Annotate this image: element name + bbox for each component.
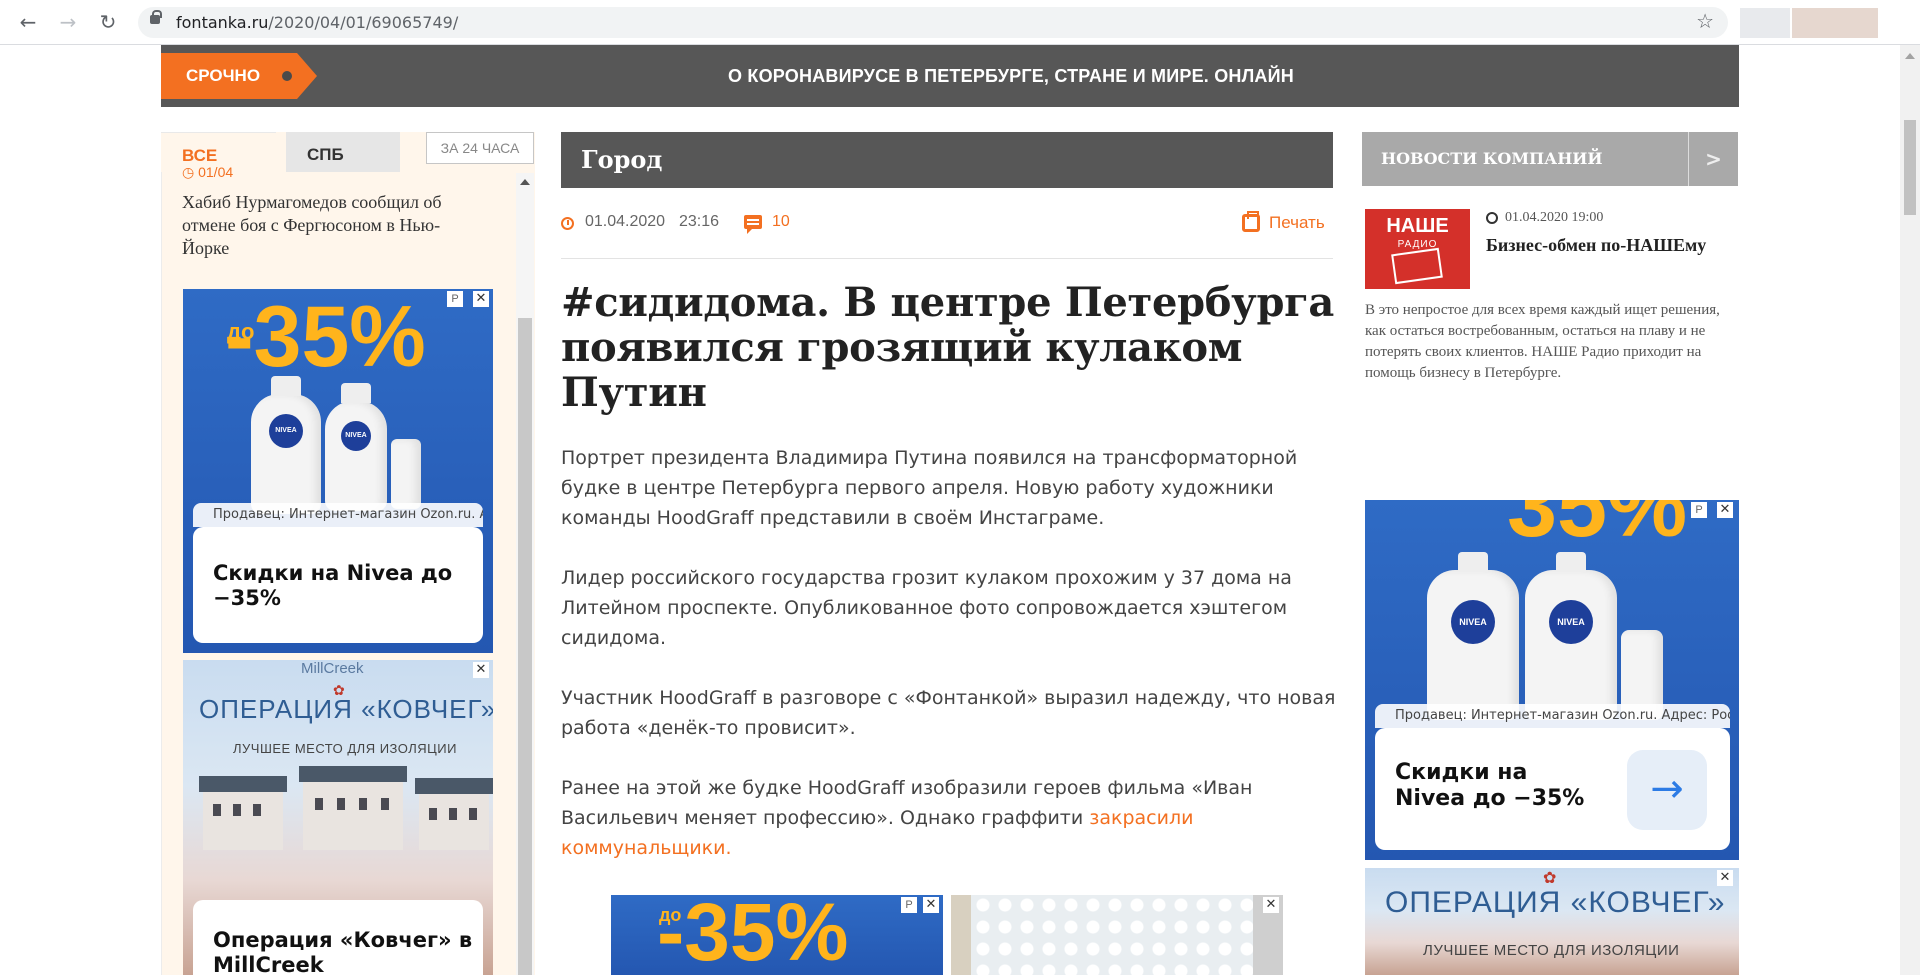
- article-paragraph: Портрет президента Владимира Путина появ…: [561, 447, 1298, 529]
- ad-operation-subtitle: ЛУЧШЕЕ МЕСТО ДЛЯ ИЗОЛЯЦИИ: [233, 741, 457, 756]
- section-header[interactable]: Город: [561, 132, 1333, 188]
- ad-operation-subtitle: ЛУЧШЕЕ МЕСТО ДЛЯ ИЗОЛЯЦИИ: [1423, 942, 1680, 959]
- news-feed-scrollbar[interactable]: [516, 173, 534, 975]
- reload-icon[interactable]: ↻: [94, 8, 122, 36]
- news-feed-date-text: 01/04: [198, 164, 234, 180]
- profile-avatar[interactable]: [1792, 8, 1878, 38]
- article-paragraph: Участник HoodGraff в разговоре с «Фонтан…: [561, 687, 1336, 739]
- logo-line2: РАДИО: [1397, 239, 1438, 250]
- page-scrollbar[interactable]: [1900, 45, 1920, 975]
- logo-sign-shape: [1391, 247, 1443, 285]
- millcreek-logo: MillCreek: [301, 660, 364, 677]
- ad-nivea-discount: -35%: [657, 895, 849, 975]
- chevron-right-icon[interactable]: >: [1688, 132, 1738, 186]
- clock-icon: [561, 217, 574, 230]
- article-meta: 01.04.2020 23:16 10 Печать: [561, 211, 1333, 259]
- ad-tiles-center[interactable]: ✕: [951, 895, 1283, 975]
- ad-close-icon[interactable]: ✕: [1717, 502, 1733, 518]
- print-icon[interactable]: [1242, 211, 1260, 232]
- scroll-thumb[interactable]: [518, 318, 532, 975]
- company-news-text: В это непростое для всех время каждый ищ…: [1365, 302, 1720, 381]
- browser-toolbar: ← → ↻ fontanka.ru/2020/04/01/69065749/ ☆: [0, 0, 1920, 45]
- tab-spb[interactable]: СПБ: [286, 132, 400, 172]
- bookmark-star-icon[interactable]: ☆: [1696, 9, 1714, 33]
- company-news-title: НОВОСТИ КОМПАНИЙ: [1381, 149, 1603, 168]
- scroll-up-arrow-icon[interactable]: [1905, 53, 1915, 59]
- forward-arrow-icon[interactable]: →: [54, 8, 82, 36]
- scroll-up-arrow-icon[interactable]: [520, 179, 530, 185]
- ad-title[interactable]: Скидки на Nivea до −35%: [213, 561, 473, 611]
- ad-image-part: [951, 895, 971, 975]
- ad-card[interactable]: Скидки на Nivea до −35%: [193, 527, 483, 643]
- nivea-bottle-image: NIVEA: [325, 383, 387, 511]
- ad-seller-text: Продавец: Интернет-магазин Ozon.ru. Адре…: [1375, 704, 1730, 728]
- page-scroll-thumb[interactable]: [1904, 120, 1916, 215]
- article-date: 01.04.2020: [585, 213, 666, 230]
- ad-nivea-center[interactable]: до -35% Р ✕: [611, 895, 943, 975]
- breaking-headline-link[interactable]: О КОРОНАВИРУСЕ В ПЕТЕРБУРГЕ, СТРАНЕ И МИ…: [561, 45, 1461, 107]
- ad-seller-text: Продавец: Интернет-магазин Ozon.ru. А: [193, 503, 483, 527]
- breaking-news-bar[interactable]: СРОЧНО О КОРОНАВИРУСЕ В ПЕТЕРБУРГЕ, СТРА…: [161, 45, 1739, 107]
- ad-nivea-left[interactable]: до -35% NIVEA NIVEA Р ✕ Продавец: Интерн…: [183, 289, 493, 653]
- ad-nivea-right[interactable]: 35% NIVEA NIVEA Р ✕ Продавец: Интернет-м…: [1365, 500, 1739, 860]
- nivea-bottle-image: NIVEA: [1525, 552, 1617, 720]
- url-domain: fontanka.ru: [176, 13, 269, 32]
- company-news-date: 01.04.2020 19:00: [1505, 210, 1604, 225]
- url-text[interactable]: fontanka.ru/2020/04/01/69065749/: [176, 13, 458, 32]
- lock-icon: [150, 10, 162, 24]
- nivea-logo: NIVEA: [1451, 600, 1495, 644]
- breaking-tag-label: СРОЧНО: [186, 66, 261, 85]
- ad-close-icon[interactable]: ✕: [1263, 897, 1279, 913]
- nivea-logo: NIVEA: [269, 414, 303, 448]
- news-feed-item-link[interactable]: Хабиб Нурмагомедов сообщил об отмене боя…: [182, 191, 482, 260]
- company-news-headline[interactable]: Бизнес-обмен по-НАШЕму: [1486, 235, 1706, 256]
- ad-operation-title: ОПЕРАЦИЯ «КОВЧЕГ»: [199, 694, 493, 724]
- ad-card[interactable]: Скидки на Nivea до −35% →: [1375, 728, 1730, 850]
- millcreek-flower-icon: ✿: [1543, 870, 1557, 887]
- ad-close-icon[interactable]: ✕: [473, 662, 489, 678]
- house-image: [299, 766, 407, 850]
- address-bar[interactable]: fontanka.ru/2020/04/01/69065749/ ☆: [138, 7, 1728, 38]
- article-time: 23:16: [679, 213, 720, 230]
- company-news-header[interactable]: НОВОСТИ КОМПАНИЙ >: [1362, 132, 1738, 186]
- nivea-logo: NIVEA: [1549, 600, 1593, 644]
- logo-line1: НАШЕ: [1386, 215, 1449, 237]
- article-headline: #сидидома. В центре Петербурга появился …: [561, 279, 1334, 416]
- nivea-logo: NIVEA: [341, 421, 371, 451]
- breaking-tag: СРОЧНО: [161, 53, 317, 99]
- house-image: [415, 778, 493, 850]
- ad-millcreek-left[interactable]: MillCreek ✿ ОПЕРАЦИЯ «КОВЧЕГ» ЛУЧШЕЕ МЕС…: [183, 660, 493, 975]
- extension-area[interactable]: [1740, 8, 1790, 38]
- article-paragraph: Ранее на этой же будке HoodGraff изобраз…: [561, 773, 1341, 863]
- clock-icon: [1486, 212, 1498, 224]
- ad-marker: Р: [1691, 502, 1707, 518]
- house-image: [199, 776, 287, 850]
- breaking-dot-icon: [282, 71, 292, 81]
- comment-count[interactable]: 10: [772, 213, 790, 231]
- ad-millcreek-right[interactable]: ✿ ОПЕРАЦИЯ «КОВЧЕГ» ЛУЧШЕЕ МЕСТО ДЛЯ ИЗО…: [1365, 868, 1739, 975]
- comment-icon[interactable]: [744, 215, 762, 234]
- ad-marker: Р: [901, 897, 917, 913]
- nivea-bottle-image: NIVEA: [1427, 552, 1519, 720]
- ad-operation-title: ОПЕРАЦИЯ «КОВЧЕГ»: [1385, 886, 1726, 919]
- nashe-radio-logo[interactable]: НАШЕ РАДИО: [1365, 209, 1470, 289]
- nivea-bottle-image: NIVEA: [251, 376, 321, 514]
- arrow-right-icon[interactable]: →: [1627, 750, 1707, 830]
- article-paragraph: Лидер российского государства грозит кул…: [561, 567, 1292, 649]
- news-feed-date: ◷ 01/04: [182, 164, 234, 180]
- ad-nivea-discount: -35%: [225, 289, 426, 385]
- url-path: /2020/04/01/69065749/: [268, 13, 459, 32]
- ad-nivea-discount: 35%: [1507, 500, 1688, 556]
- ad-card[interactable]: Операция «Ковчег» в MillCreek: [193, 900, 483, 975]
- ad-title[interactable]: Скидки на Nivea до −35%: [1395, 760, 1605, 813]
- last-24h-button[interactable]: ЗА 24 ЧАСА: [426, 132, 534, 164]
- ad-title[interactable]: Операция «Ковчег» в MillCreek: [213, 928, 473, 975]
- ad-close-icon[interactable]: ✕: [1717, 870, 1733, 886]
- ad-marker: Р: [447, 291, 463, 307]
- ad-close-icon[interactable]: ✕: [473, 291, 489, 307]
- back-arrow-icon[interactable]: ←: [14, 8, 42, 36]
- ad-close-icon[interactable]: ✕: [923, 897, 939, 913]
- print-link[interactable]: Печать: [1269, 213, 1325, 233]
- nivea-tube-image: [391, 439, 421, 509]
